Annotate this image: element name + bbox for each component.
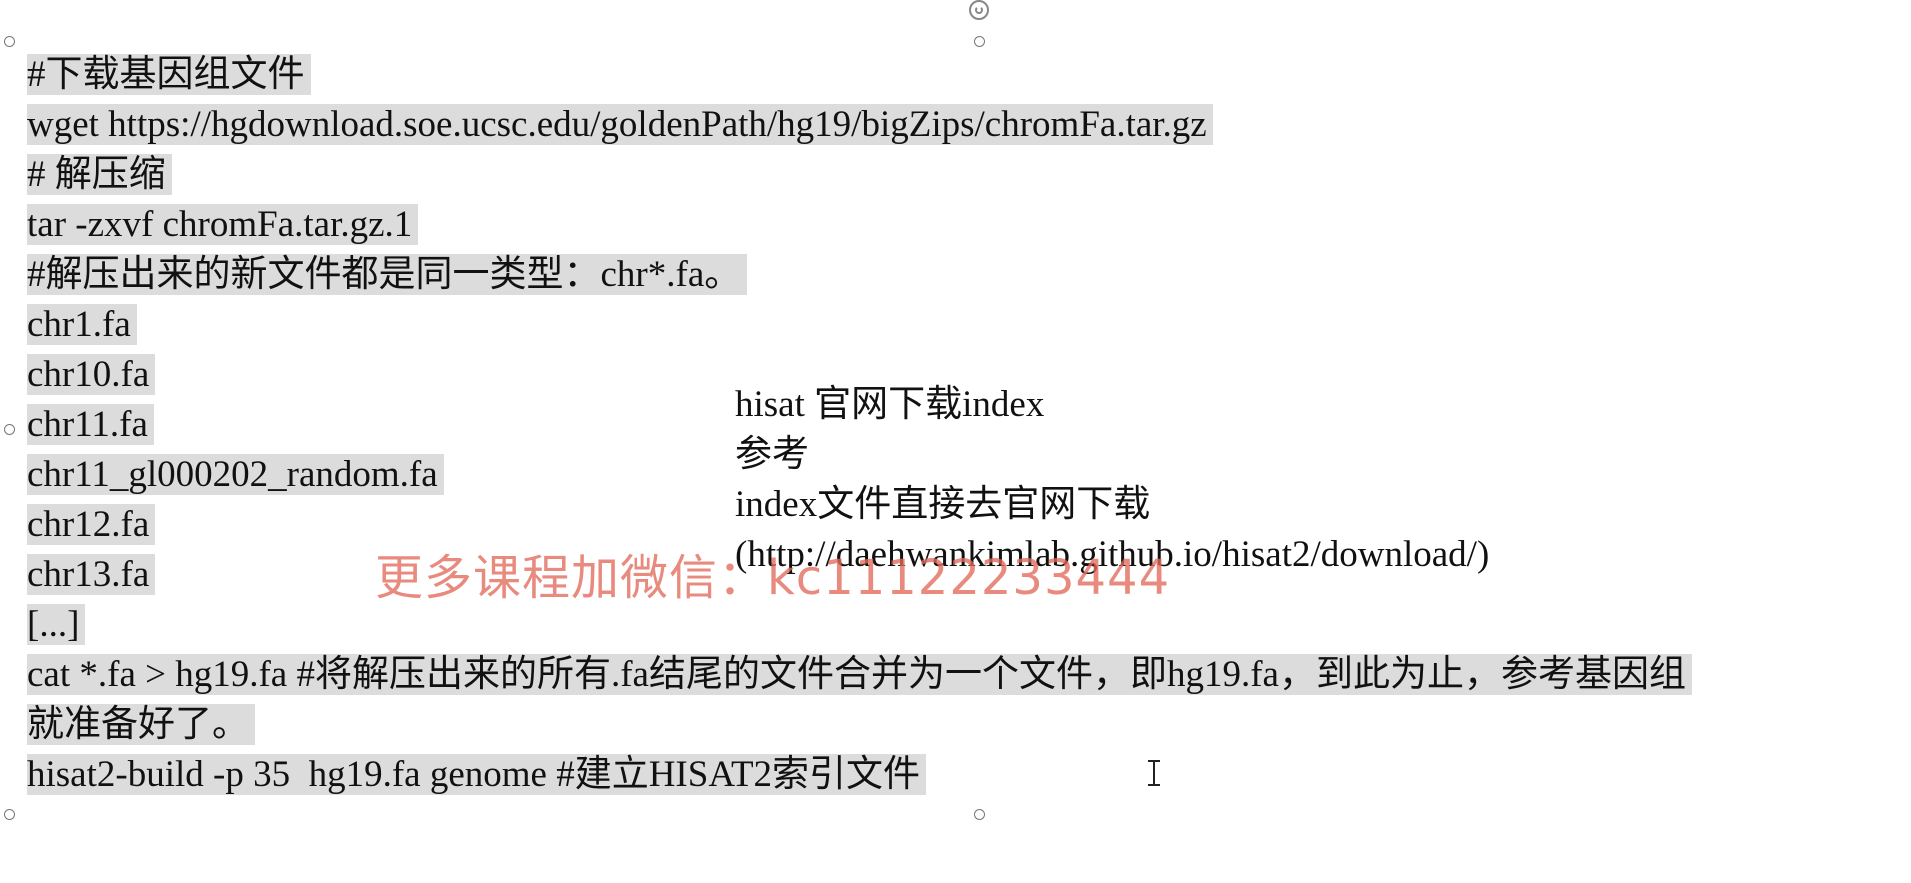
text-line[interactable]: cat *.fa > hg19.fa #将解压出来的所有.fa结尾的文件合并为一… <box>27 650 1692 700</box>
resize-handle-middle-left[interactable] <box>4 424 15 435</box>
side-text-line: index文件直接去官网下载 <box>735 484 1151 525</box>
text-line[interactable]: hisat2-build -p 35 hg19.fa genome #建立HIS… <box>27 750 927 800</box>
text-line[interactable]: # 解压缩 <box>27 150 172 200</box>
text-line[interactable]: chr11_gl000202_random.fa <box>27 450 444 500</box>
text-line-content: [...] <box>27 604 86 645</box>
text-line[interactable]: #下载基因组文件 <box>27 50 311 100</box>
text-line[interactable]: 就准备好了。 <box>27 700 255 750</box>
text-line[interactable]: [...] <box>27 600 86 650</box>
text-line[interactable]: chr13.fa <box>27 550 156 600</box>
text-line-content: 就准备好了。 <box>27 704 255 745</box>
slide-canvas: #下载基因组文件 wget https://hgdownload.soe.ucs… <box>0 0 1911 883</box>
text-line-content: cat *.fa > hg19.fa #将解压出来的所有.fa结尾的文件合并为一… <box>27 654 1692 695</box>
text-cursor-icon <box>1147 760 1161 786</box>
resize-handle-top-left[interactable] <box>4 36 15 47</box>
resize-handle-top-center[interactable] <box>974 36 985 47</box>
text-line-content: chr13.fa <box>27 554 156 595</box>
watermark: 更多课程加微信：kc11122233444 <box>375 550 1171 606</box>
text-line-content: #下载基因组文件 <box>27 54 311 95</box>
side-text-line: hisat 官网下载index <box>735 384 1045 425</box>
text-line[interactable]: #解压出来的新文件都是同一类型：chr*.fa。 <box>27 250 748 300</box>
text-line[interactable]: chr10.fa <box>27 350 156 400</box>
resize-handle-bottom-left[interactable] <box>4 809 15 820</box>
text-line[interactable]: wget https://hgdownload.soe.ucsc.edu/gol… <box>27 100 1213 150</box>
text-line-content: hisat2-build -p 35 hg19.fa genome #建立HIS… <box>27 754 927 795</box>
text-line[interactable]: tar -zxvf chromFa.tar.gz.1 <box>27 200 419 250</box>
text-line-content: chr10.fa <box>27 354 156 395</box>
text-line-content: chr1.fa <box>27 304 137 345</box>
text-line[interactable]: chr11.fa <box>27 400 154 450</box>
text-line-content: chr11_gl000202_random.fa <box>27 454 444 495</box>
text-line-content: chr11.fa <box>27 404 154 445</box>
text-line-content: #解压出来的新文件都是同一类型：chr*.fa。 <box>27 254 748 295</box>
text-line-content: tar -zxvf chromFa.tar.gz.1 <box>27 204 419 245</box>
resize-handle-bottom-center[interactable] <box>974 809 985 820</box>
side-text-line: 参考 <box>735 434 809 475</box>
rotate-handle-icon[interactable] <box>969 0 989 20</box>
text-line[interactable]: chr12.fa <box>27 500 156 550</box>
text-line-content: wget https://hgdownload.soe.ucsc.edu/gol… <box>27 104 1213 145</box>
text-line-content: # 解压缩 <box>27 154 172 195</box>
text-line-content: chr12.fa <box>27 504 156 545</box>
text-line[interactable]: chr1.fa <box>27 300 137 350</box>
